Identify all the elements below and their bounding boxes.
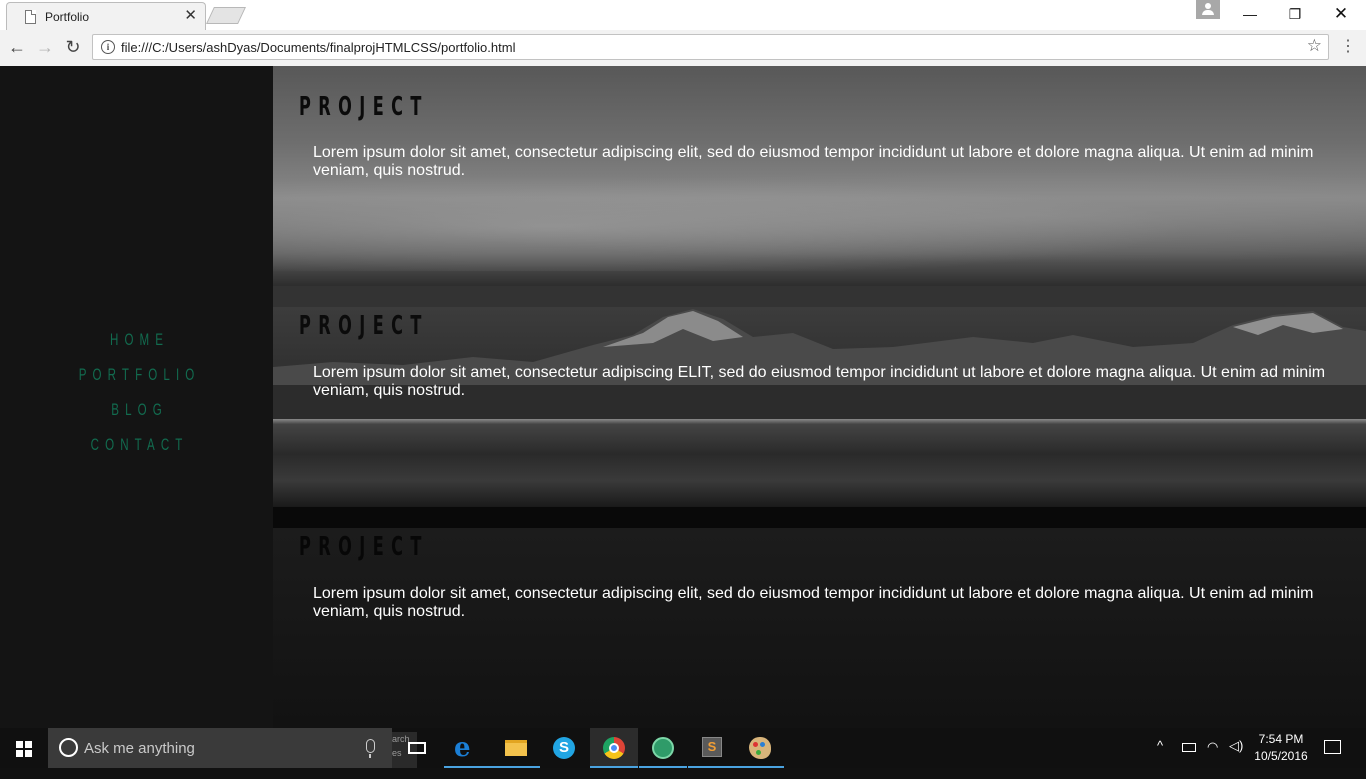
close-window-button[interactable]: ✕ — [1318, 0, 1364, 28]
page-content: HOME PORTFOLIO BLOG CONTACT PROJECT Lore… — [0, 66, 1366, 728]
tab-portfolio[interactable]: Portfolio ✕ — [6, 2, 206, 30]
forward-arrow-icon[interactable]: → — [34, 36, 56, 58]
back-arrow-icon[interactable]: ← — [6, 36, 28, 58]
clock-date[interactable]: 10/5/2016 — [1252, 749, 1310, 763]
tab-strip: Portfolio ✕ — ❐ ✕ — [0, 0, 1366, 30]
windows-logo-icon — [16, 741, 23, 748]
microphone-icon[interactable] — [366, 739, 375, 758]
cortana-search-box[interactable]: Ask me anything — [48, 728, 392, 768]
project-title: PROJECT — [299, 311, 429, 341]
windows-logo-icon — [16, 750, 23, 757]
minimize-button[interactable]: — — [1227, 0, 1273, 28]
bookmark-star-icon[interactable]: ☆ — [1307, 36, 1322, 56]
profile-icon[interactable] — [1196, 0, 1220, 19]
browser-menu-icon[interactable]: ⋮ — [1340, 37, 1356, 57]
file-explorer-taskbar-button[interactable] — [492, 728, 540, 768]
sublime-text-icon: S — [702, 737, 722, 757]
project-title: PROJECT — [299, 532, 429, 562]
battery-icon[interactable] — [1182, 743, 1196, 752]
clock-time[interactable]: 7:54 PM — [1252, 732, 1310, 746]
profile-head — [1205, 3, 1211, 9]
tab-close-icon[interactable]: ✕ — [184, 7, 197, 25]
nav-link-contact[interactable]: CONTACT — [44, 435, 230, 470]
edge-taskbar-button[interactable]: e — [444, 728, 492, 768]
volume-icon[interactable]: ◁) — [1229, 738, 1243, 778]
mountain-background-image — [273, 309, 1366, 419]
project-section-3: PROJECT Lorem ipsum dolor sit amet, cons… — [273, 528, 1366, 728]
edge-icon: e — [454, 733, 471, 763]
url-text[interactable]: file:///C:/Users/ashDyas/Documents/final… — [121, 40, 515, 55]
nav-link-home[interactable]: HOME — [44, 330, 230, 365]
section-divider — [273, 507, 1366, 528]
browser-toolbar: ← → ↻ i file:///C:/Users/ashDyas/Documen… — [0, 30, 1366, 66]
task-view-icon[interactable] — [408, 742, 426, 754]
sidebar: HOME PORTFOLIO BLOG CONTACT — [0, 66, 273, 728]
info-icon[interactable]: i — [101, 40, 115, 54]
project-description: Lorem ipsum dolor sit amet, consectetur … — [313, 144, 1314, 179]
taskbar: Ask me anything arch es e S S ^ ◠ ◁) 7:5… — [0, 728, 1366, 768]
new-tab-button[interactable] — [206, 7, 246, 24]
skype-icon: S — [553, 737, 575, 759]
profile-body — [1202, 10, 1214, 15]
maximize-button[interactable]: ❐ — [1272, 0, 1318, 28]
project-section-2: PROJECT Lorem ipsum dolor sit amet, cons… — [273, 307, 1366, 507]
address-bar[interactable]: i file:///C:/Users/ashDyas/Documents/fin… — [92, 34, 1329, 60]
action-center-icon[interactable] — [1324, 740, 1341, 754]
project-title: PROJECT — [299, 92, 429, 122]
project-description: Lorem ipsum dolor sit amet, consectetur … — [313, 585, 1314, 620]
reload-icon[interactable]: ↻ — [62, 36, 84, 58]
lake-reflection — [273, 419, 1366, 507]
show-hidden-icons-chevron-icon[interactable]: ^ — [1157, 738, 1163, 778]
paint-palette-icon — [749, 737, 771, 759]
atom-taskbar-button[interactable] — [639, 728, 687, 768]
windows-start-button[interactable] — [0, 728, 48, 768]
project-section-1: PROJECT Lorem ipsum dolor sit amet, cons… — [273, 66, 1366, 286]
skype-taskbar-button[interactable]: S — [540, 728, 588, 768]
nav-link-blog[interactable]: BLOG — [44, 400, 230, 435]
paint-taskbar-button[interactable] — [736, 728, 784, 768]
folder-icon — [505, 740, 527, 756]
tab-title: Portfolio — [45, 10, 90, 24]
document-icon — [25, 10, 36, 24]
chrome-taskbar-button[interactable] — [590, 728, 638, 768]
windows-logo-icon — [25, 750, 32, 757]
atom-icon — [652, 737, 674, 759]
project-description: Lorem ipsum dolor sit amet, consectetur … — [313, 364, 1326, 399]
windows-logo-icon — [25, 741, 32, 748]
browser-chrome: Portfolio ✕ — ❐ ✕ ← → ↻ i file:///C:/Use… — [0, 0, 1366, 66]
nav-link-portfolio[interactable]: PORTFOLIO — [44, 365, 230, 400]
cortana-icon — [59, 738, 78, 757]
wifi-icon[interactable]: ◠ — [1207, 739, 1218, 779]
chrome-icon — [603, 737, 625, 759]
sidebar-nav: HOME PORTFOLIO BLOG CONTACT — [0, 330, 273, 470]
sublime-taskbar-button[interactable]: S — [688, 728, 736, 768]
section-divider — [273, 286, 1366, 307]
search-placeholder: Ask me anything — [84, 740, 195, 757]
